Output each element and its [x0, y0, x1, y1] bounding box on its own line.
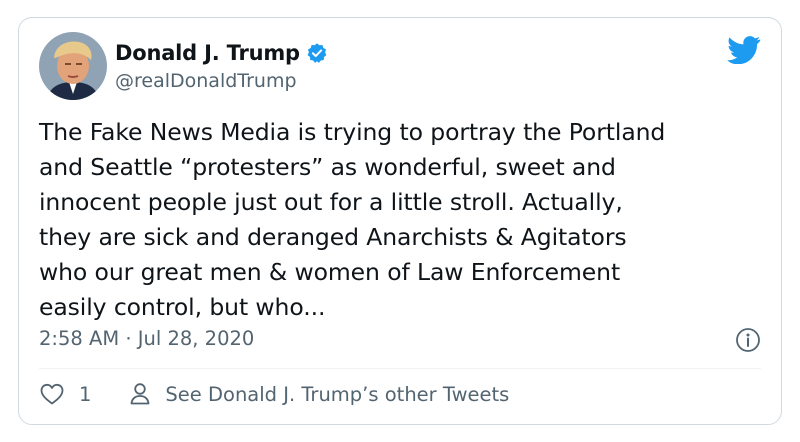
author-name-row[interactable]: Donald J. Trump — [115, 41, 328, 65]
heart-icon — [40, 383, 64, 405]
divider — [39, 368, 761, 369]
like-button[interactable]: 1 — [39, 382, 91, 406]
tweet-timestamp[interactable]: 2:58 AM · Jul 28, 2020 — [39, 327, 254, 350]
see-other-tweets-label: See Donald J. Trump’s other Tweets — [165, 382, 510, 406]
info-icon[interactable] — [735, 327, 761, 353]
tweet-card[interactable]: Donald J. Trump @realDonaldTrump The Fak… — [18, 17, 782, 425]
tweet-actions: 1 See Donald J. Trump’s other Tweets — [39, 382, 509, 406]
handle[interactable]: @realDonaldTrump — [115, 70, 297, 92]
tweet-text: The Fake News Media is trying to portray… — [39, 118, 666, 321]
twitter-bird-icon[interactable] — [727, 36, 761, 64]
avatar[interactable] — [39, 32, 107, 100]
verified-badge-icon — [307, 43, 327, 63]
like-count: 1 — [79, 382, 92, 406]
person-icon — [131, 383, 150, 405]
display-name[interactable]: Donald J. Trump — [115, 41, 300, 65]
see-other-tweets-link[interactable]: See Donald J. Trump’s other Tweets — [129, 382, 509, 406]
